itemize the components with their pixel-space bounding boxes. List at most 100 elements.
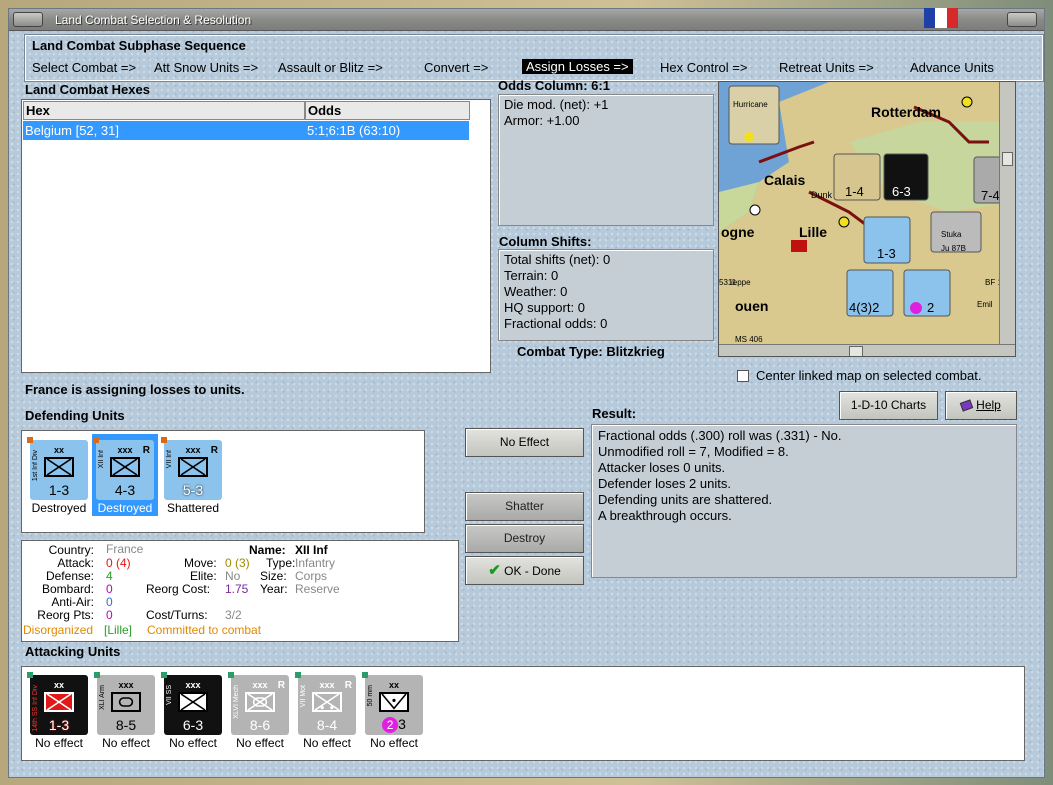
reserve-mark: R: [142, 445, 150, 456]
map-counter-4-3-2[interactable]: 4(3)2: [849, 300, 879, 315]
center-link-checkbox[interactable]: [737, 370, 749, 382]
unit-strength: 23: [365, 716, 423, 733]
infantry-icon: [44, 692, 74, 712]
elite-label: Elite:: [190, 569, 217, 583]
unit-strength: 8-5: [115, 717, 137, 733]
move-value: 0 (3): [225, 556, 250, 570]
defending-units-panel: xx 1st Inf Div 1-3 Destroyed xxx R XII I…: [21, 430, 425, 533]
defense-value: 4: [106, 569, 113, 583]
unit-marker: [27, 437, 33, 443]
defense-label: Defense:: [45, 569, 94, 583]
map-label-ogne: ogne: [721, 224, 755, 240]
attacking-unit-2[interactable]: xxx XLI Arm 8-5: [94, 672, 155, 735]
attacking-title: Attacking Units: [25, 644, 121, 659]
hex-column-header[interactable]: Hex: [23, 101, 305, 120]
map-vertical-scrollbar[interactable]: [999, 82, 1015, 344]
result-line: A breakthrough occurs.: [598, 508, 732, 523]
unit-marker: [295, 672, 301, 678]
country-value: France: [106, 542, 144, 556]
close-button[interactable]: [1007, 12, 1037, 27]
die-modifier: Die mod. (net): +1: [504, 97, 609, 112]
table-row[interactable]: Belgium [52, 31] 5:1;6:1B (63:10): [23, 121, 469, 140]
charts-button[interactable]: 1-D-10 Charts: [839, 391, 938, 420]
reorg-pts-value: 0: [106, 608, 113, 622]
odds-column-header[interactable]: Odds: [305, 101, 470, 120]
unit-strength: 1-3: [48, 717, 70, 733]
map-label-rotterdam: Rotterdam: [871, 104, 942, 120]
attacking-status-4: No effect: [236, 736, 284, 750]
status-message: France is assigning losses to units.: [25, 382, 245, 397]
map-label-5311: 5311: [719, 278, 737, 287]
odds-details: Die mod. (net): +1 Armor: +1.00: [498, 94, 714, 226]
map-counter-1-3[interactable]: 1-3: [877, 246, 896, 261]
no-effect-button[interactable]: No Effect: [465, 428, 584, 457]
map-label-ms406: MS 406: [735, 335, 763, 344]
map-horizontal-scroll-thumb[interactable]: [849, 346, 863, 356]
help-button[interactable]: Help: [945, 391, 1017, 420]
attacking-status-3: No effect: [169, 736, 217, 750]
terrain-shift: Terrain: 0: [504, 268, 559, 283]
shatter-button[interactable]: Shatter: [465, 492, 584, 521]
attacking-unit-4[interactable]: xxx R XLVI Mech 8-6: [228, 672, 289, 735]
map-label-dunk: Dunk: [811, 190, 833, 200]
title-bar[interactable]: Land Combat Selection & Resolution: [9, 9, 1044, 31]
country-label: Country:: [48, 543, 94, 557]
window-menu-button[interactable]: [13, 12, 43, 27]
step-retreat-units: Retreat Units =>: [779, 60, 874, 75]
map-counter-2[interactable]: 2: [927, 300, 934, 315]
linked-map[interactable]: Rotterdam Calais Lille ogne ouen Dunk Hu…: [718, 81, 1016, 357]
type-value: Infantry: [295, 556, 336, 570]
map-horizontal-scrollbar[interactable]: [719, 344, 1015, 356]
unit-name: XII Inf: [98, 450, 105, 469]
defending-unit-1[interactable]: xx 1st Inf Div 1-3: [27, 437, 88, 500]
ok-done-button[interactable]: ✔ OK - Done: [465, 556, 584, 585]
map-label-stuka: Stuka: [941, 230, 962, 239]
step-hex-control: Hex Control =>: [660, 60, 748, 75]
attack-value: 0 (4): [106, 556, 131, 570]
map-counter-7-4[interactable]: 7-4: [981, 188, 1000, 203]
result-line: Unmodified roll = 7, Modified = 8.: [598, 444, 789, 459]
land-combat-dialog: Land Combat Selection & Resolution Land …: [8, 8, 1045, 778]
attacking-unit-5[interactable]: xxx R VII Mot 8-4: [295, 672, 356, 735]
result-line: Fractional odds (.300) roll was (.331) -…: [598, 428, 842, 443]
step-advance-units: Advance Units: [910, 60, 994, 75]
attacking-unit-1[interactable]: xx 14th SS Inf Div 1-3: [27, 672, 88, 735]
map-label-ouen: ouen: [735, 298, 769, 314]
unit-strength: 6-3: [182, 717, 204, 733]
infantry-icon: [178, 457, 208, 477]
hq-support-shift: HQ support: 0: [504, 300, 585, 315]
type-label: Type:: [266, 556, 296, 570]
infantry-icon: [44, 457, 74, 477]
reorg-cost-label: Reorg Cost:: [146, 582, 211, 596]
total-shifts: Total shifts (net): 0: [504, 252, 611, 267]
map-vertical-scroll-thumb[interactable]: [1002, 152, 1013, 166]
unit-name: XLI Arm: [99, 685, 106, 710]
armor-modifier: Armor: +1.00: [504, 113, 580, 128]
step-assault-or-blitz: Assault or Blitz =>: [278, 60, 383, 75]
step-assign-losses: Assign Losses =>: [522, 59, 633, 74]
mechanized-icon: [245, 692, 275, 712]
defending-unit-2[interactable]: xxx R XII Inf 4-3: [93, 437, 154, 500]
defending-status-1: Destroyed: [31, 501, 87, 515]
unit-strength: 1-3: [48, 482, 70, 498]
map-counter-6-3[interactable]: 6-3: [892, 184, 911, 199]
bombard-badge: 2: [382, 717, 399, 733]
attacking-unit-6[interactable]: xx 50 mm 23: [362, 672, 423, 735]
committed-status: Committed to combat: [147, 623, 262, 637]
result-title: Result:: [592, 406, 637, 421]
size-label: Size:: [260, 569, 287, 583]
unit-strength: 5-3: [182, 482, 204, 498]
unit-marker: [228, 672, 234, 678]
combat-hex-list[interactable]: Hex Odds Belgium [52, 31] 5:1;6:1B (63:1…: [21, 99, 491, 373]
defending-unit-3[interactable]: xxx R VII Inf 5-3: [161, 437, 222, 500]
column-shifts-title: Column Shifts:: [499, 234, 592, 249]
attacking-unit-3[interactable]: xxx VII SS 6-3: [161, 672, 222, 735]
combat-type: Combat Type: Blitzkrieg: [517, 344, 665, 359]
sequence-title: Land Combat Subphase Sequence: [32, 38, 246, 53]
move-label: Move:: [184, 556, 217, 570]
attack-label: Attack:: [57, 556, 94, 570]
anti-tank-icon: [379, 692, 409, 712]
disorganized-status: Disorganized: [23, 623, 94, 637]
destroy-button[interactable]: Destroy: [465, 524, 584, 553]
map-counter-1-4[interactable]: 1-4: [845, 184, 864, 199]
